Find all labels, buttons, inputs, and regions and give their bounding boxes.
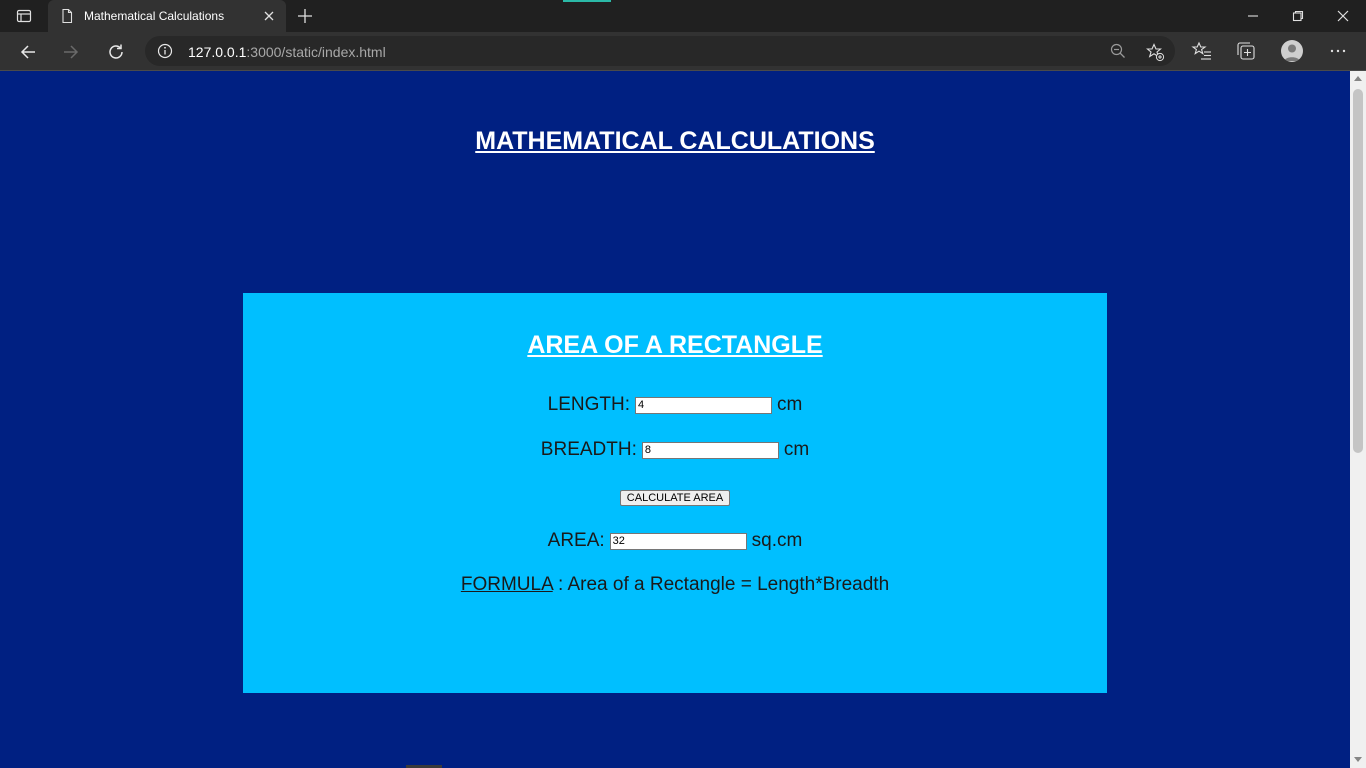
tab-actions-icon[interactable] <box>10 6 38 26</box>
browser-tab[interactable]: Mathematical Calculations <box>48 0 286 32</box>
favorites-icon[interactable] <box>1191 40 1213 62</box>
area-output[interactable] <box>609 532 747 550</box>
length-unit: cm <box>777 394 803 415</box>
length-row: LENGTH: cm <box>243 394 1107 416</box>
address-bar[interactable]: 127.0.0.1:3000/static/index.html <box>145 36 1175 66</box>
minimize-icon[interactable] <box>1243 6 1263 26</box>
back-icon[interactable] <box>17 41 39 63</box>
formula-key: FORMULA <box>460 574 553 595</box>
url-path: :3000/static/index.html <box>246 44 386 60</box>
scroll-up-arrow-icon[interactable] <box>1354 76 1362 81</box>
restore-icon[interactable] <box>1288 6 1308 26</box>
breadth-unit: cm <box>783 439 810 460</box>
area-label: AREA: <box>547 530 605 551</box>
add-favorite-icon[interactable] <box>1145 42 1165 62</box>
vertical-scrollbar[interactable] <box>1350 71 1366 768</box>
page-title: MATHEMATICAL CALCULATIONS <box>475 127 875 155</box>
window-accent-indicator <box>563 0 611 2</box>
breadth-input[interactable] <box>641 441 779 459</box>
breadth-label: BREADTH: <box>540 439 637 460</box>
rectangle-area-panel: AREA OF A RECTANGLE LENGTH: cm BREADTH: … <box>243 293 1107 693</box>
scrollbar-thumb[interactable] <box>1353 89 1363 453</box>
length-input[interactable] <box>635 396 773 414</box>
panel-title: AREA OF A RECTANGLE <box>527 331 823 359</box>
page-viewport: MATHEMATICAL CALCULATIONS AREA OF A RECT… <box>0 71 1350 768</box>
browser-toolbar: 127.0.0.1:3000/static/index.html <box>0 32 1366 70</box>
calculate-row: CALCULATE AREA <box>243 490 1107 506</box>
close-tab-icon[interactable] <box>261 8 277 24</box>
profile-avatar[interactable] <box>1281 40 1303 62</box>
forward-icon[interactable] <box>60 41 82 63</box>
url-host: 127.0.0.1 <box>188 44 247 60</box>
url-text[interactable]: 127.0.0.1:3000/static/index.html <box>188 44 386 60</box>
area-unit: sq.cm <box>751 530 803 551</box>
calculate-area-button[interactable]: CALCULATE AREA <box>619 490 731 506</box>
tab-title: Mathematical Calculations <box>84 9 225 23</box>
area-row: AREA: sq.cm <box>243 530 1107 552</box>
scroll-down-arrow-icon[interactable] <box>1354 757 1362 762</box>
page-icon <box>59 8 75 24</box>
site-info-icon[interactable] <box>157 43 173 59</box>
close-window-icon[interactable] <box>1333 6 1353 26</box>
more-options-icon[interactable] <box>1327 40 1349 62</box>
length-label: LENGTH: <box>547 394 631 415</box>
formula-text: FORMULA : Area of a Rectangle = Length*B… <box>243 574 1107 596</box>
collections-icon[interactable] <box>1235 40 1257 62</box>
refresh-icon[interactable] <box>105 41 127 63</box>
browser-titlebar: Mathematical Calculations <box>0 0 1366 32</box>
new-tab-icon[interactable] <box>295 6 315 26</box>
zoom-out-icon[interactable] <box>1109 42 1127 60</box>
breadth-row: BREADTH: cm <box>243 439 1107 461</box>
formula-expression: : Area of a Rectangle = Length*Breadth <box>552 574 890 595</box>
